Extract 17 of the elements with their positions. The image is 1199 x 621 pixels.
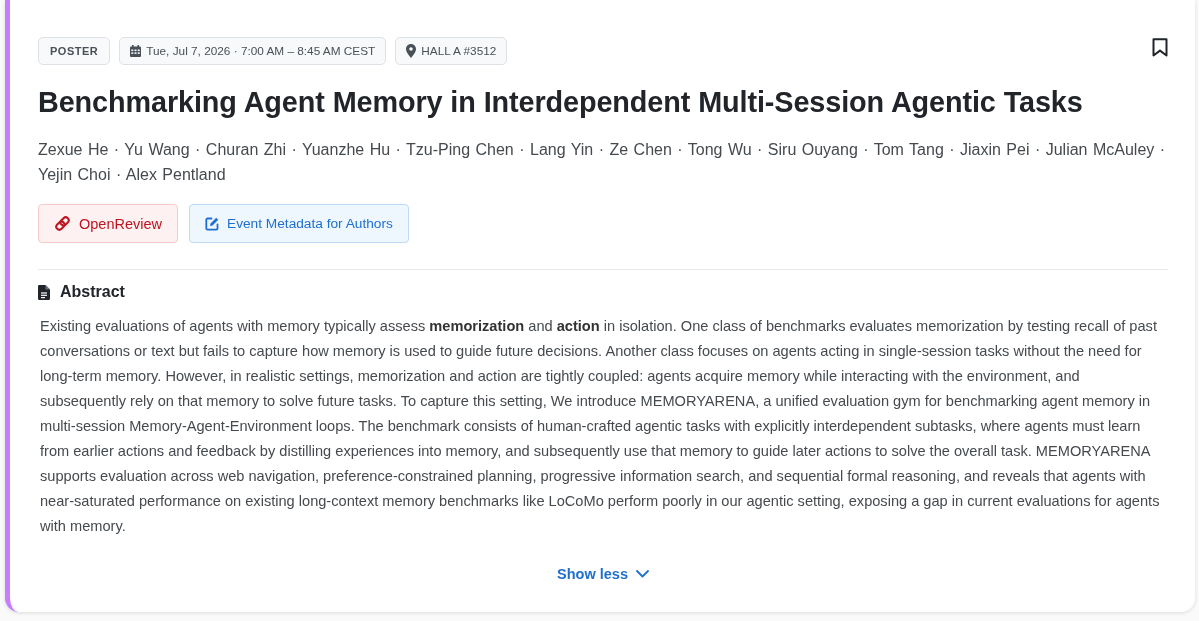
- event-metadata-button[interactable]: Event Metadata for Authors: [189, 204, 409, 243]
- map-pin-icon: [406, 44, 417, 58]
- poster-title: Benchmarking Agent Memory in Interdependent Multi-Session Agentic Tasks: [38, 85, 1084, 120]
- edit-icon: [205, 216, 219, 231]
- chevron-down-icon: [635, 570, 649, 578]
- link-icon: [54, 215, 71, 232]
- calendar-icon: [130, 45, 142, 57]
- tag-text: HALL A #3512: [421, 44, 497, 58]
- openreview-link[interactable]: OpenReview: [38, 204, 178, 243]
- abstract-text: Existing evaluations of agents with memory typically assess memorization and action in isolation. One class of benchmarks evaluates memorization by testing recall of past conversations or text but fails to capture how memory is used to guide future decisions. Another class focuses on agents acting in single-session tasks without the need for long-term memory. However, in realistic settings, memorization and action are tightly coupled: agents acquire memory while interacting with the environment, and subsequently rely on that memory to solve future tasks. To capture this setting, We introduce MEMORYARENA, a unified evaluation gym for benchmarking agent memory in multi-session Memory-Agent-Environment loops. The benchmark consists of human-crafted agentic tasks with explicitly interdependent subtasks, where agents must learn from earlier actions and feedback by distilling experiences into memory, and subsequently use that memory to guide later actions to solve the overall task. MEMORYARENA supports evaluation across web navigation, preference-constrained planning, progressive information search, and sequential formal reasoning, and reveals that agents with near-saturated performance on existing long-context memory benchmarks like LoCoMo perform poorly in our agentic setting, exposing a gap in current evaluations for agents with memory.: [40, 317, 1161, 536]
- bookmark-icon[interactable]: [1152, 38, 1168, 57]
- document-icon: [38, 284, 50, 300]
- abstract-heading: Abstract: [60, 283, 125, 301]
- author-list: Zexue He · Yu Wang · Churan Zhi · Yuanzhe Hu · Tzu-Ping Chen · Lang Yin · Ze Chen · Tong Wu · Siru Ouyang · Tom Tang · Jiaxin Pei · Julian McAuley · Yejin Choi · Alex Pentland: [38, 137, 1166, 187]
- tag-text: Tue, Jul 7, 2026 · 7:00 AM – 8:45 AM CEST: [146, 44, 376, 58]
- show-less-link[interactable]: Show less: [557, 566, 649, 582]
- session-type-tag: POSTER: [38, 37, 111, 65]
